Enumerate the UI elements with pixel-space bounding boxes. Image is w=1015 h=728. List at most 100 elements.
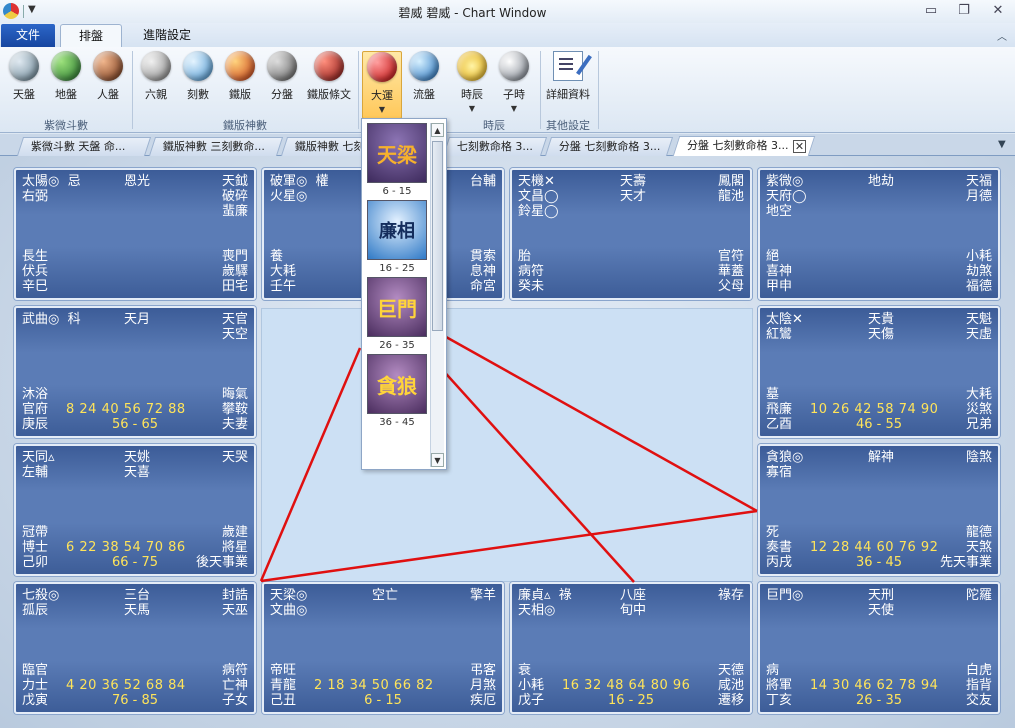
decade-range: 76 - 85 (111, 693, 159, 708)
aux-stars: 封誥 天巫 (221, 588, 248, 618)
aux-stars: 祿存 (717, 588, 744, 603)
group-label-tieban: 鐵版神數 (223, 119, 267, 132)
relatives-button[interactable]: 六親 (136, 51, 176, 111)
palace-name: 小耗 劫煞 福德 (965, 249, 992, 294)
minor-stars: 天月 (124, 312, 151, 327)
group-label-time: 時辰 (483, 119, 505, 132)
dragon-icon (314, 51, 344, 81)
person-icon (93, 51, 123, 81)
decade-range: 16 - 25 (607, 693, 655, 708)
ribbon: 天盤 地盤 人盤 紫微斗數 六親 刻數 鐵版 分盤 鐵版條文 鐵版神數 大運 ▼… (0, 47, 1015, 133)
decade-range: 56 - 65 (111, 417, 159, 432)
gallery-item[interactable]: 天梁 6 - 15 (366, 123, 428, 197)
palace-cell-si[interactable]: 太陽◎ 忌 右弼 恩光 天鉞 破碎 蜚廉 長生 伏兵 辛巳 喪門 歲驛 田宅 (14, 168, 256, 300)
decade-range: 36 - 45 (855, 555, 903, 570)
tieban-button[interactable]: 鐵版 (220, 51, 260, 111)
decade-range: 46 - 55 (855, 417, 903, 432)
tab-layout[interactable]: 排盤 (60, 24, 122, 47)
split-chart-button[interactable]: 分盤 (262, 51, 302, 111)
hour-button[interactable]: 時辰 ▼ (452, 51, 492, 113)
gallery-item[interactable]: 貪狼 36 - 45 (366, 354, 428, 428)
palace-cell-shen[interactable]: 紫微◎ 天府◯ 地空 地劫 天福 月德絕 喜神 甲申 小耗 劫煞 福德 (758, 168, 1000, 300)
scroll-thumb[interactable] (432, 141, 443, 331)
minor-stars: 空亡 (372, 588, 399, 603)
group-label-other: 其他設定 (546, 119, 590, 132)
major-stars: 太陰✕ 紅鸞 (766, 312, 803, 342)
details-button[interactable]: 詳細資料 (544, 51, 592, 111)
palace-cell-zi[interactable]: 廉貞▵ 祿 天相◎ 八座 旬中 祿存衰 小耗 戊子 天德 咸池 遷移 16 32 48 … (510, 582, 752, 714)
minor-stars: 解神 (868, 450, 895, 465)
scroll-down-icon[interactable]: ▼ (431, 453, 444, 467)
document-tab-bar: 紫微斗數 天盤 命... 鐵版神數 三刻數命... 鐵版神數 七刻 七刻數命格 … (0, 134, 1015, 156)
palace-name: 貫索 息神 命宮 (469, 249, 496, 294)
palace-cell-mao[interactable]: 天同▵ 左輔 天姚 天喜 天哭 冠帶 博士 己卯 歲建 將星 後天事業 6 22 38 5… (14, 444, 256, 576)
gallery-label: 26 - 35 (379, 340, 415, 351)
scroll-up-icon[interactable]: ▲ (431, 123, 444, 137)
gallery-scrollbar[interactable]: ▲ ▼ (430, 123, 444, 467)
gallery-label: 16 - 25 (379, 263, 415, 274)
doc-tab[interactable]: 分盤 七刻數命格 3... (544, 137, 674, 156)
aux-stars: 擎羊 (469, 588, 496, 603)
palace-stem: 絕 喜神 甲申 (766, 249, 793, 294)
gallery-item[interactable]: 廉相 16 - 25 (366, 200, 428, 274)
decade-range: 26 - 35 (855, 693, 903, 708)
gallery-thumbnail: 貪狼 (367, 354, 427, 414)
major-stars: 破軍◎ 權 火星◎ (270, 174, 329, 204)
doc-tab[interactable]: 鐵版神數 三刻數命... (148, 137, 284, 156)
palace-cell-chou[interactable]: 天梁◎ 文曲◎ 空亡 擎羊 帝旺 青龍 己丑 弔客 月煞 疾厄 2 18 34 50 66… (262, 582, 504, 714)
chart-window: ▼ 碧威 碧威 - Chart Window ▭ ❐ ✕ 文件 排盤 進階設定 … (0, 0, 1015, 728)
flow-chart-button[interactable]: 流盤 (404, 51, 444, 111)
gallery-item[interactable]: 巨門 26 - 35 (366, 277, 428, 351)
palace-cell-you[interactable]: 太陰✕ 紅鸞 天貴 天傷 天魁 天虛墓 飛廉 乙酉 大耗 災煞 兄弟 10 26 42 … (758, 306, 1000, 438)
major-stars: 天機✕ 文昌◯ 鈴星◯ (518, 174, 559, 219)
close-button[interactable]: ✕ (985, 2, 1011, 20)
engraved-number-button[interactable]: 刻數 (178, 51, 218, 111)
palace-cell-hai[interactable]: 巨門◎ 天刑 天使 陀羅病 將軍 丁亥 白虎 指背 交友 14 30 46 62 78 … (758, 582, 1000, 714)
heaven-chart-button[interactable]: 天盤 (4, 51, 44, 111)
aux-stars: 天哭 (221, 450, 248, 465)
aux-stars: 天福 月德 (965, 174, 992, 204)
swirl-icon (141, 51, 171, 81)
aux-stars: 陰煞 (965, 450, 992, 465)
aux-stars: 天鉞 破碎 蜚廉 (221, 174, 248, 219)
palace-cell-chen[interactable]: 武曲◎ 科天月 天官 天空 沐浴 官府 庚辰 晦氣 攀鞍 夫妻 8 24 40 56 7… (14, 306, 256, 438)
major-stars: 廉貞▵ 祿 天相◎ (518, 588, 572, 618)
palace-stem: 養 大耗 壬午 (270, 249, 297, 294)
divider (358, 51, 359, 129)
minor-stars: 八座 旬中 (620, 588, 647, 618)
tab-advanced[interactable]: 進階設定 (132, 24, 202, 47)
zi-hour-button[interactable]: 子時 ▼ (494, 51, 534, 113)
palace-stem: 胎 病符 癸未 (518, 249, 545, 294)
close-tab-icon[interactable]: ✕ (793, 140, 806, 153)
earth-chart-button[interactable]: 地盤 (46, 51, 86, 111)
doc-tab[interactable]: 鐵版神數 七刻 (280, 137, 372, 156)
moon-icon (499, 51, 529, 81)
tab-file[interactable]: 文件 (1, 24, 55, 47)
tab-list-dropdown-icon[interactable]: ▼ (998, 139, 1006, 150)
doc-tab[interactable]: 紫微斗數 天盤 命... (16, 137, 152, 156)
age-sequence: 8 24 40 56 72 88 (66, 402, 186, 417)
minor-stars: 地劫 (868, 174, 895, 189)
palace-stem: 長生 伏兵 辛巳 (22, 249, 49, 294)
human-chart-button[interactable]: 人盤 (88, 51, 128, 111)
minor-stars: 恩光 (124, 174, 151, 189)
minimize-button[interactable]: ▭ (918, 2, 944, 20)
stone-icon (267, 51, 297, 81)
tieban-verses-button[interactable]: 鐵版條文 (304, 51, 354, 111)
age-sequence: 12 28 44 60 76 92 (810, 540, 939, 555)
aux-stars: 天官 天空 (221, 312, 248, 342)
age-sequence: 6 22 38 54 70 86 (66, 540, 186, 555)
palace-cell-xu[interactable]: 貪狼◎ 寡宿 解神 陰煞死 奏書 丙戌 龍德 天煞 先天事業 12 28 44 60 7… (758, 444, 1000, 576)
aux-stars: 鳳閣 龍池 (717, 174, 744, 204)
divider (598, 51, 599, 129)
doc-tab[interactable]: 七刻數命格 3... (442, 137, 548, 156)
restore-button[interactable]: ❐ (951, 2, 977, 20)
palace-cell-yin[interactable]: 七殺◎ 孤辰 三台 天馬 封誥 天巫 臨官 力士 戊寅 病符 亡神 子女 4 20 36 … (14, 582, 256, 714)
ribbon-collapse-icon[interactable]: ︿ (997, 28, 1007, 43)
major-stars: 貪狼◎ 寡宿 (766, 450, 804, 480)
major-stars: 天同▵ 左輔 (22, 450, 55, 480)
major-period-button[interactable]: 大運 ▼ (362, 51, 402, 119)
major-period-gallery[interactable]: 天梁 6 - 15 廉相 16 - 25 巨門 26 - 35 貪狼 36 - … (361, 118, 447, 470)
palace-cell-wei[interactable]: 天機✕ 文昌◯ 鈴星◯ 天壽 天才 鳳閣 龍池胎 病符 癸未 官符 華蓋 父母 (510, 168, 752, 300)
gallery-label: 6 - 15 (382, 186, 412, 197)
